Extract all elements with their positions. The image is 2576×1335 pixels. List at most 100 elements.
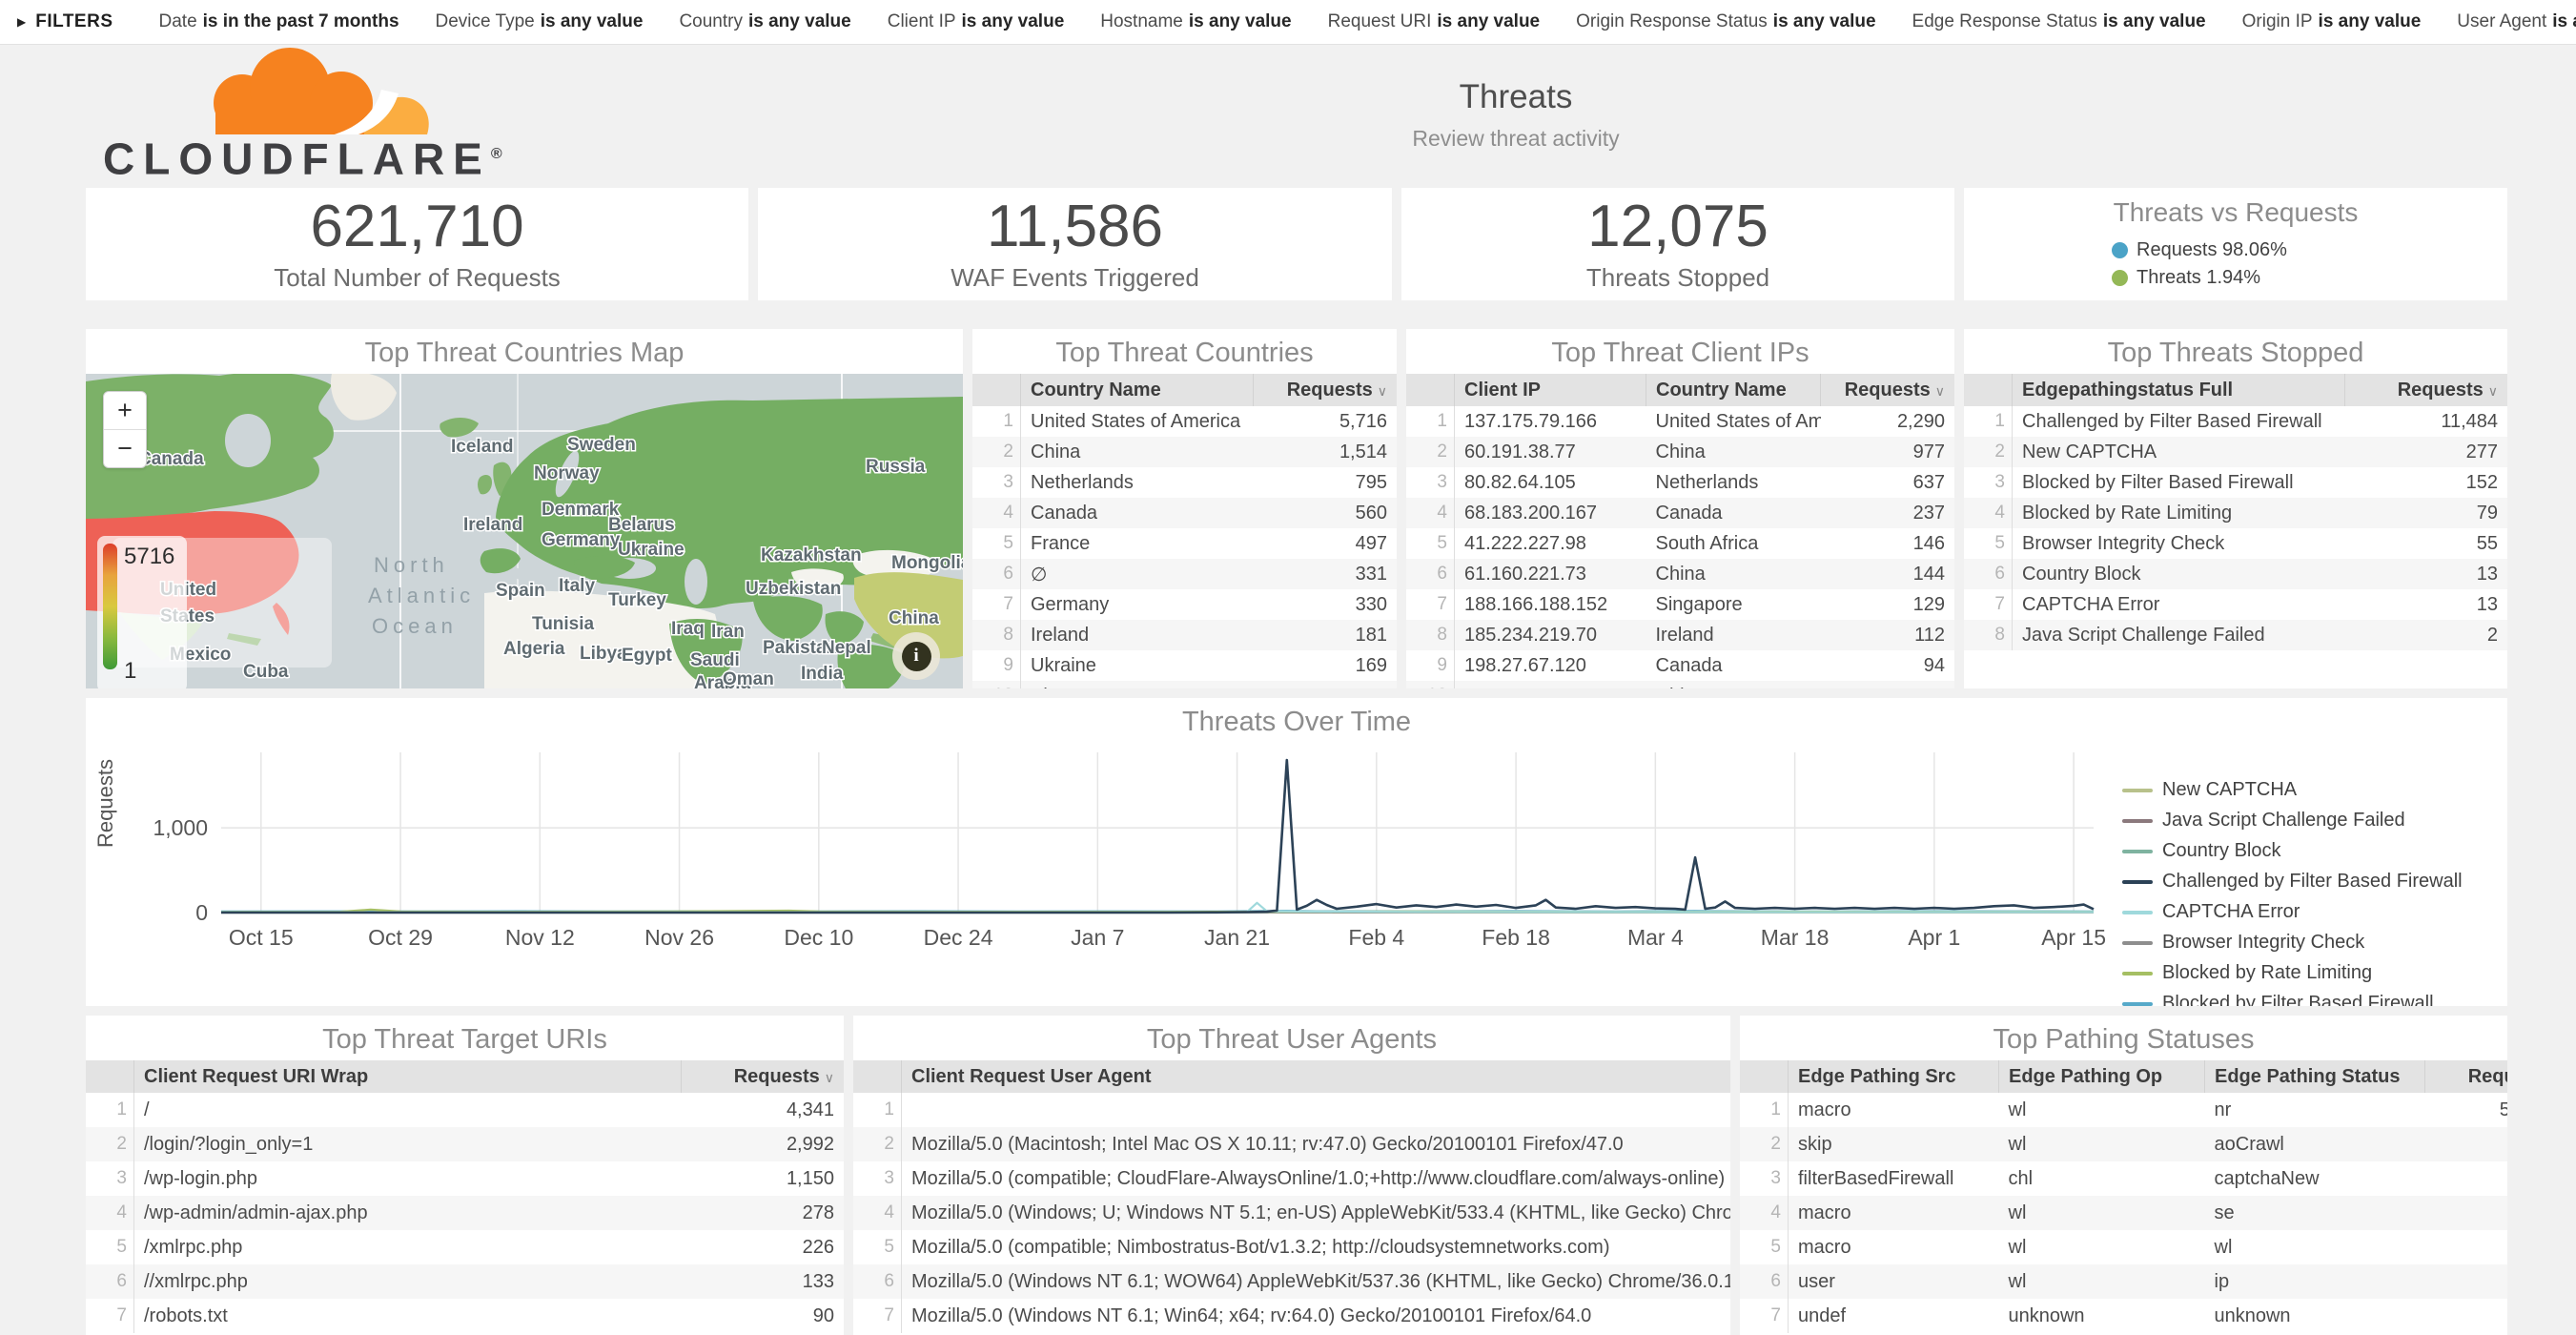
cell[interactable]: 497 <box>1254 528 1398 559</box>
cell[interactable]: Canada <box>1646 650 1821 681</box>
cell[interactable]: Browser Integrity Check <box>2013 528 2345 559</box>
cell[interactable]: macro <box>1789 1230 1999 1264</box>
cell[interactable]: 2,992 <box>682 1127 845 1161</box>
cell[interactable]: China <box>1646 437 1821 467</box>
cell[interactable]: 41.222.227.98 <box>1455 528 1646 559</box>
column-header-requests[interactable]: Requests∨ <box>1254 374 1398 406</box>
cell[interactable]: 188.166.188.152 <box>1455 589 1646 620</box>
cell[interactable]: China <box>1646 681 1821 688</box>
filters-expand-icon[interactable]: ▶ <box>17 15 26 29</box>
cell[interactable]: 11,467 <box>2425 1161 2508 1196</box>
cell[interactable]: 11,484 <box>2345 406 2508 437</box>
cell[interactable]: macro <box>1789 1196 1999 1230</box>
column-header-requests[interactable]: Requests∨ <box>2345 374 2508 406</box>
map-canvas[interactable]: CanadaUnitedStatesMexicoCubaIcelandIrela… <box>86 374 963 688</box>
cell[interactable]: 60.191.38.77 <box>1455 437 1646 467</box>
cell[interactable]: 554,758 <box>2425 1093 2508 1127</box>
cell[interactable]: Singapore <box>1021 681 1254 688</box>
column-header-edge-pathing-op[interactable]: Edge Pathing Op <box>1999 1060 2205 1093</box>
cell[interactable]: 68.183.200.167 <box>1455 498 1646 528</box>
cell[interactable]: 55 <box>2345 528 2508 559</box>
cell[interactable]: Canada <box>1021 498 1254 528</box>
cell[interactable]: 133 <box>682 1264 845 1299</box>
cell[interactable]: se <box>2205 1196 2425 1230</box>
cell[interactable]: Blocked by Filter Based Firewall <box>2013 467 2345 498</box>
cell[interactable]: /robots.txt <box>134 1299 682 1333</box>
cell[interactable]: Ireland <box>1021 620 1254 650</box>
cell[interactable]: 278 <box>682 1196 845 1230</box>
cell[interactable]: 795 <box>1254 467 1398 498</box>
cell[interactable]: Ireland <box>1646 620 1821 650</box>
filter-request-uri[interactable]: Request URIis any value <box>1328 11 1541 32</box>
cell[interactable]: 13 <box>2345 559 2508 589</box>
cell[interactable]: / <box>134 1093 682 1127</box>
cell[interactable]: Java Script Challenge Failed <box>2013 620 2345 650</box>
legend-item[interactable]: Requests 98.06% <box>2112 239 2360 261</box>
filter-origin-response-status[interactable]: Origin Response Statusis any value <box>1576 11 1875 32</box>
column-header-client-request-user-agent[interactable]: Client Request User Agent <box>902 1060 1731 1093</box>
cell[interactable]: 237 <box>1821 498 1955 528</box>
legend-item[interactable]: Blocked by Rate Limiting <box>2122 962 2469 984</box>
cell[interactable]: 1,514 <box>1254 437 1398 467</box>
cell[interactable]: /xmlrpc.php <box>134 1230 682 1264</box>
cell[interactable]: 112 <box>1821 620 1955 650</box>
cell[interactable]: 144 <box>1821 559 1955 589</box>
cell[interactable]: 1,168 <box>2425 1299 2508 1333</box>
cell[interactable]: 80.82.64.105 <box>1455 467 1646 498</box>
cell[interactable]: 37,834 <box>2425 1127 2508 1161</box>
cell[interactable]: Canada <box>1646 498 1821 528</box>
column-header-client-ip[interactable]: Client IP <box>1455 374 1646 406</box>
column-header-country-name[interactable]: Country Name <box>1646 374 1821 406</box>
cell[interactable]: 560 <box>1254 498 1398 528</box>
legend-item[interactable]: New CAPTCHA <box>2122 779 2469 801</box>
cell[interactable]: Mozilla/5.0 (Macintosh; Intel Mac OS X 1… <box>902 1127 1731 1161</box>
map-zoom-out-button[interactable]: − <box>104 430 146 467</box>
cell[interactable]: Ukraine <box>1021 650 1254 681</box>
cell[interactable]: 1,150 <box>682 1161 845 1196</box>
cell[interactable]: 2 <box>2345 620 2508 650</box>
cell[interactable]: wl <box>2205 1230 2425 1264</box>
cell[interactable]: wl <box>1999 1093 2205 1127</box>
legend-item[interactable]: Country Block <box>2122 840 2469 862</box>
cell[interactable]: nr <box>2205 1093 2425 1127</box>
cell[interactable]: unknown <box>2205 1299 2425 1333</box>
cell[interactable]: 198.27.67.120 <box>1455 650 1646 681</box>
cell[interactable]: Singapore <box>1646 589 1821 620</box>
cell[interactable]: Mozilla/5.0 (Windows NT 6.1; WOW64) Appl… <box>902 1264 1731 1299</box>
cell[interactable]: CAPTCHA Error <box>2013 589 2345 620</box>
cell[interactable]: Germany <box>1021 589 1254 620</box>
cell[interactable]: Blocked by Rate Limiting <box>2013 498 2345 528</box>
cell[interactable]: 152 <box>2345 467 2508 498</box>
cell[interactable]: chl <box>1999 1161 2205 1196</box>
column-header-edgepathingstatus-full[interactable]: Edgepathingstatus Full <box>2013 374 2345 406</box>
cell[interactable]: Mozilla/5.0 (compatible; CloudFlare-Alwa… <box>902 1161 1731 1196</box>
cell[interactable]: 94 <box>1821 650 1955 681</box>
cell[interactable]: 129 <box>1821 589 1955 620</box>
cell[interactable]: United States of America <box>1021 406 1254 437</box>
cell[interactable]: ∅ <box>1021 559 1254 589</box>
column-header-client-request-uri-wrap[interactable]: Client Request URI Wrap <box>134 1060 682 1093</box>
cell[interactable]: 6,734 <box>2425 1196 2508 1230</box>
cell[interactable]: 137.175.79.166 <box>1455 406 1646 437</box>
world-map[interactable]: CanadaUnitedStatesMexicoCubaIcelandIrela… <box>86 374 963 688</box>
cell[interactable]: 4,341 <box>682 1093 845 1127</box>
filter-device-type[interactable]: Device Typeis any value <box>436 11 644 32</box>
cell[interactable]: 226 <box>682 1230 845 1264</box>
cell[interactable]: 330 <box>1254 589 1398 620</box>
cell[interactable]: captchaNew <box>2205 1161 2425 1196</box>
cell[interactable]: aoCrawl <box>2205 1127 2425 1161</box>
cell[interactable]: 169 <box>1254 650 1398 681</box>
cell[interactable]: Netherlands <box>1021 467 1254 498</box>
filter-user-agent[interactable]: User Agentis any value <box>2457 11 2576 32</box>
cell[interactable]: China <box>1646 559 1821 589</box>
cell[interactable]: 61.160.221.73 <box>1455 559 1646 589</box>
cell[interactable]: unknown <box>1999 1299 2205 1333</box>
filters-label[interactable]: FILTERS <box>35 11 112 32</box>
legend-item[interactable]: Browser Integrity Check <box>2122 932 2469 954</box>
column-header-requests[interactable]: Requests∨ <box>682 1060 845 1093</box>
cell[interactable]: 88 <box>1821 681 1955 688</box>
filter-origin-ip[interactable]: Origin IPis any value <box>2242 11 2422 32</box>
column-header-edge-pathing-src[interactable]: Edge Pathing Src <box>1789 1060 1999 1093</box>
column-header-requests[interactable]: Requests∨ <box>1821 374 1955 406</box>
map-info-button[interactable]: i <box>892 632 940 680</box>
